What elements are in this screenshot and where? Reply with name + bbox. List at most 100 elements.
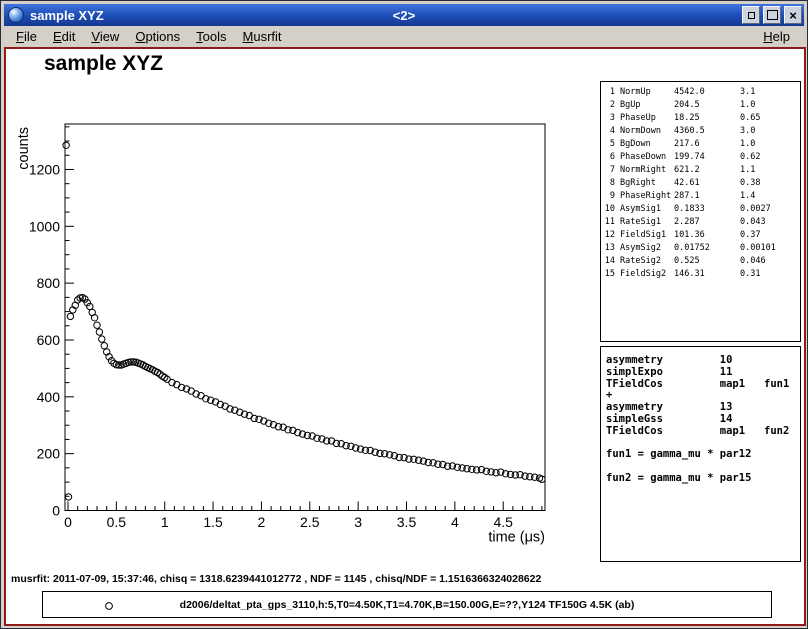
- param-name: AsymSig2: [620, 242, 674, 255]
- param-err: 1.0: [740, 138, 800, 151]
- root-canvas[interactable]: sample XYZ 00.511.522.533.544.5020040060…: [4, 47, 806, 626]
- plot-area[interactable]: 00.511.522.533.544.502004006008001000120…: [6, 49, 602, 569]
- legend[interactable]: d2006/deltat_pta_gps_3110,h:5,T0=4.50K,T…: [42, 591, 772, 618]
- param-err: 0.65: [740, 112, 800, 125]
- param-name: PhaseUp: [620, 112, 674, 125]
- param-name: NormDown: [620, 125, 674, 138]
- y-tick-label: 200: [37, 446, 61, 462]
- param-val: 217.6: [674, 138, 740, 151]
- plot-frame: [65, 124, 545, 511]
- param-idx: 3: [604, 112, 620, 125]
- param-val: 0.1833: [674, 203, 740, 216]
- theory-line: simplExpo 11: [606, 367, 800, 379]
- data-point: [96, 329, 102, 335]
- menu-item-file[interactable]: File: [8, 28, 45, 46]
- data-point: [67, 313, 73, 319]
- titlebar[interactable]: sample XYZ <2> ×: [4, 4, 804, 26]
- param-name: BgUp: [620, 99, 674, 112]
- data-point: [539, 476, 545, 482]
- x-tick-label: 3.5: [397, 514, 417, 530]
- maximize-button[interactable]: [763, 6, 781, 24]
- x-tick-label: 1: [161, 514, 169, 530]
- y-tick-label: 400: [37, 389, 61, 405]
- param-err: 1.0: [740, 99, 800, 112]
- param-err: 0.0027: [740, 203, 800, 216]
- param-idx: 5: [604, 138, 620, 151]
- parameter-statbox[interactable]: 1NormUp4542.03.12BgUp204.51.03PhaseUp18.…: [600, 81, 801, 342]
- param-val: 18.25: [674, 112, 740, 125]
- param-name: BgDown: [620, 138, 674, 151]
- param-name: NormRight: [620, 164, 674, 177]
- param-idx: 9: [604, 190, 620, 203]
- param-name: BgRight: [620, 177, 674, 190]
- menu-item-edit[interactable]: Edit: [45, 28, 83, 46]
- x-tick-label: 0.5: [107, 514, 127, 530]
- param-row: 1NormUp4542.03.1: [601, 86, 800, 99]
- param-row: 11RateSig12.2870.043: [601, 216, 800, 229]
- param-row: 13AsymSig20.017520.00101: [601, 242, 800, 255]
- legend-text: d2006/deltat_pta_gps_3110,h:5,T0=4.50K,T…: [43, 599, 771, 611]
- y-tick-label: 0: [52, 503, 60, 519]
- param-name: NormUp: [620, 86, 674, 99]
- workspace-indicator: <2>: [393, 8, 415, 23]
- param-row: 9PhaseRight287.11.4: [601, 190, 800, 203]
- menu-item-help[interactable]: Help: [753, 28, 800, 45]
- param-val: 4360.5: [674, 125, 740, 138]
- param-val: 204.5: [674, 99, 740, 112]
- menu-item-musrfit[interactable]: Musrfit: [235, 28, 290, 46]
- data-point: [65, 494, 71, 500]
- theory-box[interactable]: asymmetry 10simplExpo 11TFieldCos map1 f…: [600, 346, 801, 562]
- param-row: 14RateSig20.5250.046: [601, 255, 800, 268]
- param-err: 3.1: [740, 86, 800, 99]
- param-row: 6PhaseDown199.740.62: [601, 151, 800, 164]
- app-window: sample XYZ <2> × FileEditViewOptionsTool…: [0, 0, 808, 629]
- param-name: RateSig2: [620, 255, 674, 268]
- menu-item-view[interactable]: View: [83, 28, 127, 46]
- param-row: 10AsymSig10.18330.0027: [601, 203, 800, 216]
- param-row: 15FieldSig2146.310.31: [601, 268, 800, 281]
- x-tick-label: 2.5: [300, 514, 320, 530]
- param-name: AsymSig1: [620, 203, 674, 216]
- param-name: FieldSig2: [620, 268, 674, 281]
- param-idx: 6: [604, 151, 620, 164]
- menu-left: FileEditViewOptionsToolsMusrfit: [8, 28, 290, 46]
- y-axis-title: counts: [16, 127, 32, 170]
- param-val: 4542.0: [674, 86, 740, 99]
- data-point: [63, 142, 69, 148]
- titlebar-buttons: ×: [742, 6, 802, 24]
- param-val: 0.525: [674, 255, 740, 268]
- close-button[interactable]: ×: [784, 6, 802, 24]
- data-point: [99, 336, 105, 342]
- x-tick-label: 3: [354, 514, 362, 530]
- param-val: 42.61: [674, 177, 740, 190]
- x-axis-title: time (μs): [488, 530, 545, 546]
- param-val: 146.31: [674, 268, 740, 281]
- data-point: [94, 322, 100, 328]
- param-err: 0.38: [740, 177, 800, 190]
- x-tick-label: 1.5: [203, 514, 223, 530]
- param-idx: 11: [604, 216, 620, 229]
- param-row: 4NormDown4360.53.0: [601, 125, 800, 138]
- theory-line: TFieldCos map1 fun1: [606, 379, 800, 391]
- param-idx: 10: [604, 203, 620, 216]
- param-err: 0.043: [740, 216, 800, 229]
- x-tick-label: 2: [258, 514, 266, 530]
- menu-item-tools[interactable]: Tools: [188, 28, 234, 46]
- param-idx: 15: [604, 268, 620, 281]
- param-err: 1.4: [740, 190, 800, 203]
- param-val: 0.01752: [674, 242, 740, 255]
- param-idx: 4: [604, 125, 620, 138]
- close-icon: ×: [789, 9, 797, 22]
- param-val: 101.36: [674, 229, 740, 242]
- param-idx: 12: [604, 229, 620, 242]
- param-idx: 7: [604, 164, 620, 177]
- minimize-button[interactable]: [742, 6, 760, 24]
- param-name: FieldSig1: [620, 229, 674, 242]
- y-tick-label: 1000: [29, 218, 60, 234]
- axis-labels: 00.511.522.533.544.502004006008001000120…: [16, 127, 545, 546]
- param-val: 287.1: [674, 190, 740, 203]
- data-point: [91, 315, 97, 321]
- param-idx: 14: [604, 255, 620, 268]
- menu-item-options[interactable]: Options: [127, 28, 188, 46]
- param-row: 7NormRight621.21.1: [601, 164, 800, 177]
